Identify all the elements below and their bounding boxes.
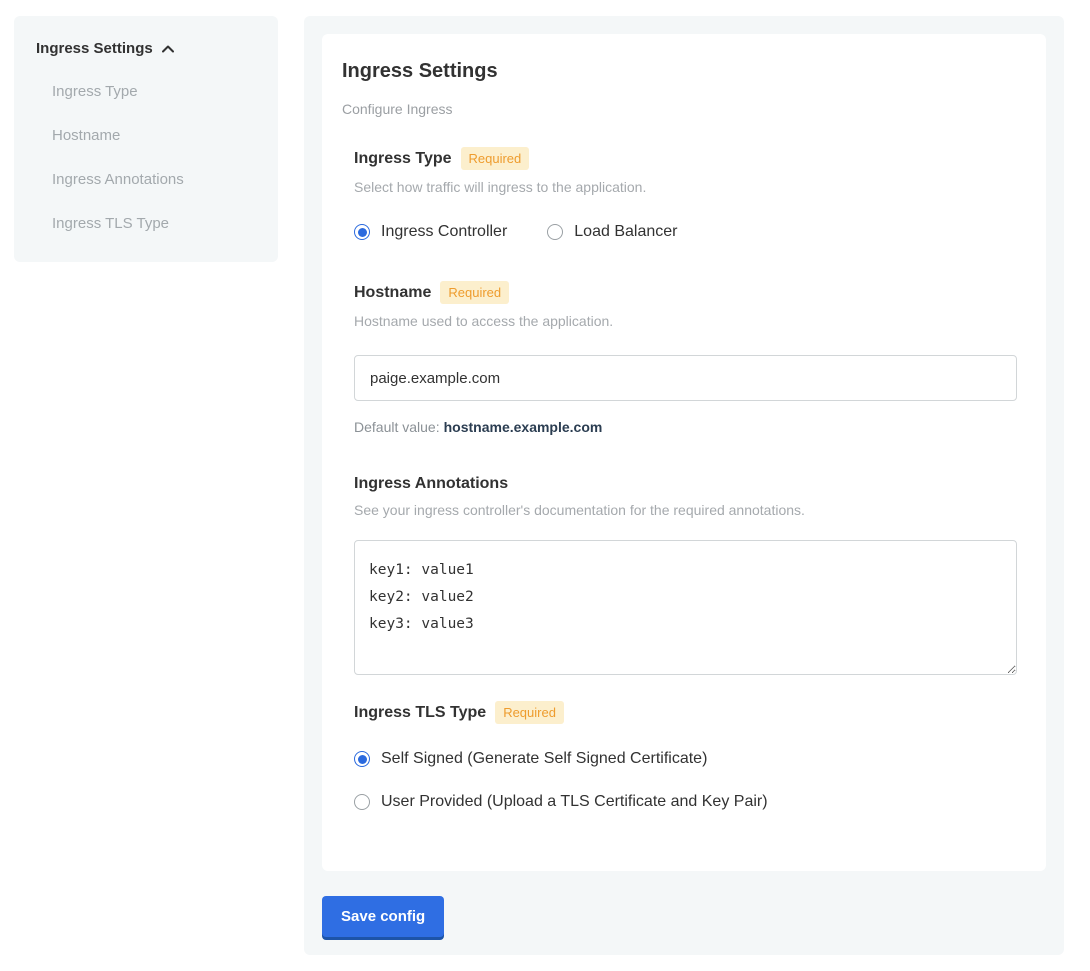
radio-load-balancer[interactable]: Load Balancer: [547, 223, 677, 241]
sidebar-group-title: Ingress Settings: [36, 40, 153, 57]
sidebar-item-ingress-tls-type[interactable]: Ingress TLS Type: [52, 215, 258, 232]
section-ingress-annotations: Ingress Annotations See your ingress con…: [354, 475, 1016, 675]
annotations-textarea[interactable]: key1: value1 key2: value2 key3: value3: [354, 540, 1017, 675]
radio-label: Self Signed (Generate Self Signed Certif…: [381, 750, 707, 768]
save-config-button[interactable]: Save config: [322, 896, 444, 937]
chevron-up-icon: [162, 40, 174, 57]
section-ingress-type: Ingress Type Required Select how traffic…: [354, 147, 1016, 241]
sidebar-item-ingress-type[interactable]: Ingress Type: [52, 83, 258, 100]
radio-selected-icon[interactable]: [354, 751, 370, 767]
radio-selected-icon[interactable]: [354, 224, 370, 240]
hostname-help: Hostname used to access the application.: [354, 313, 1016, 329]
hostname-default-line: Default value:hostname.example.com: [354, 419, 1016, 435]
ingress-type-help: Select how traffic will ingress to the a…: [354, 179, 1016, 195]
radio-user-provided[interactable]: User Provided (Upload a TLS Certificate …: [354, 793, 1016, 811]
tls-type-radio-group: Self Signed (Generate Self Signed Certif…: [354, 750, 1016, 811]
section-header: Ingress TLS Type Required: [354, 701, 1016, 724]
radio-label: Ingress Controller: [381, 223, 507, 241]
section-header: Hostname Required: [354, 281, 1016, 304]
config-main-panel: Ingress Settings Configure Ingress Ingre…: [304, 16, 1064, 955]
section-header: Ingress Type Required: [354, 147, 1016, 170]
radio-unselected-icon[interactable]: [354, 794, 370, 810]
section-hostname: Hostname Required Hostname used to acces…: [354, 281, 1016, 435]
default-label: Default value:: [354, 419, 440, 435]
radio-unselected-icon[interactable]: [547, 224, 563, 240]
section-header: Ingress Annotations: [354, 475, 1016, 493]
config-sections: Ingress Type Required Select how traffic…: [354, 147, 1016, 811]
page-title: Ingress Settings: [342, 60, 1016, 83]
sidebar-nav: Ingress Type Hostname Ingress Annotation…: [36, 83, 258, 232]
required-badge: Required: [461, 147, 530, 170]
radio-self-signed[interactable]: Self Signed (Generate Self Signed Certif…: [354, 750, 1016, 768]
section-ingress-tls-type: Ingress TLS Type Required Self Signed (G…: [354, 701, 1016, 811]
page-subtitle: Configure Ingress: [342, 101, 1016, 117]
required-badge: Required: [440, 281, 509, 304]
hostname-title: Hostname: [354, 284, 431, 302]
ingress-settings-card: Ingress Settings Configure Ingress Ingre…: [322, 34, 1046, 871]
default-value: hostname.example.com: [444, 419, 603, 435]
config-nav-sidebar: Ingress Settings Ingress Type Hostname I…: [14, 16, 278, 262]
annotations-title: Ingress Annotations: [354, 475, 508, 493]
page-layout: Ingress Settings Ingress Type Hostname I…: [0, 0, 1090, 971]
sidebar-item-ingress-annotations[interactable]: Ingress Annotations: [52, 171, 258, 188]
sidebar-item-hostname[interactable]: Hostname: [52, 127, 258, 144]
sidebar-group-ingress-settings[interactable]: Ingress Settings: [36, 40, 258, 57]
radio-label: User Provided (Upload a TLS Certificate …: [381, 793, 768, 811]
radio-ingress-controller[interactable]: Ingress Controller: [354, 223, 507, 241]
ingress-type-title: Ingress Type: [354, 150, 452, 168]
required-badge: Required: [495, 701, 564, 724]
hostname-input[interactable]: [354, 355, 1017, 401]
radio-label: Load Balancer: [574, 223, 677, 241]
tls-type-title: Ingress TLS Type: [354, 704, 486, 722]
annotations-help: See your ingress controller's documentat…: [354, 502, 1016, 518]
ingress-type-radio-group: Ingress Controller Load Balancer: [354, 223, 1016, 241]
